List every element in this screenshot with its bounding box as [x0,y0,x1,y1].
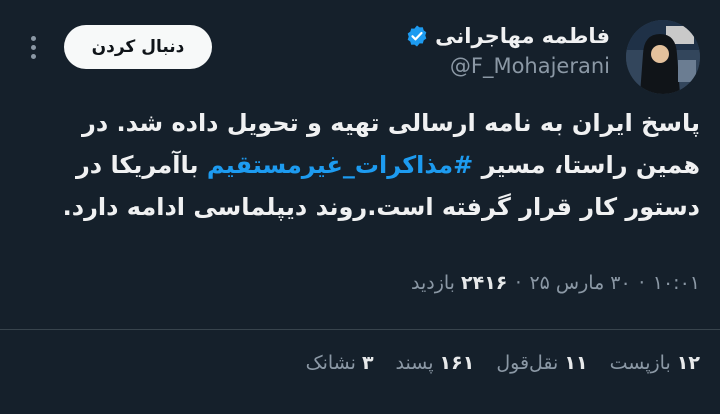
quotes-label: نقل‌قول [496,352,559,374]
quotes-stat[interactable]: ۱۱ نقل‌قول [496,352,587,374]
bookmarks-label: نشانک [305,352,356,374]
more-options-icon[interactable] [28,36,38,62]
name-row: فاطمه مهاجرانی [405,24,610,48]
retweets-count: ۱۲ [676,352,700,374]
author-info: فاطمه مهاجرانی @F_Mohajerani [405,24,610,78]
tweet-time[interactable]: ۱۰:۰۱ [653,272,700,294]
tweet-date[interactable]: ۳۰ مارس ۲۵ [529,272,630,294]
follow-button[interactable]: دنبال کردن [64,25,212,69]
quotes-count: ۱۱ [564,352,588,374]
meta-separator: · [515,272,522,294]
avatar[interactable] [626,20,700,94]
tweet-meta: ۱۰:۰۱ · ۳۰ مارس ۲۵ · ۲۴۱۶ بازدید [411,272,700,294]
engagement-stats: ۱۲ بازپست ۱۱ نقل‌قول ۱۶۱ پسند ۳ نشانک [306,352,700,374]
hashtag-link[interactable]: #مذاکرات_غیرمستقیم [207,151,473,179]
meta-separator: · [638,272,645,294]
avatar-image [626,20,700,94]
author-name[interactable]: فاطمه مهاجرانی [435,24,610,48]
likes-stat[interactable]: ۱۶۱ پسند [396,352,475,374]
divider [0,329,720,330]
likes-label: پسند [395,352,434,374]
views-count: ۲۴۱۶ [461,272,508,294]
tweet-card: فاطمه مهاجرانی @F_Mohajerani دنبال کردن … [0,0,720,414]
tweet-text: پاسخ ایران به نامه ارسالی تهیه و تحویل د… [22,102,700,228]
likes-count: ۱۶۱ [439,352,475,374]
retweets-label: بازپست [609,352,671,374]
verified-badge-icon [407,25,427,47]
bookmarks-stat[interactable]: ۳ نشانک [306,352,374,374]
retweets-stat[interactable]: ۱۲ بازپست [610,352,700,374]
author-handle[interactable]: @F_Mohajerani [405,54,610,78]
bookmarks-count: ۳ [361,352,374,374]
views-label: بازدید [410,272,455,294]
